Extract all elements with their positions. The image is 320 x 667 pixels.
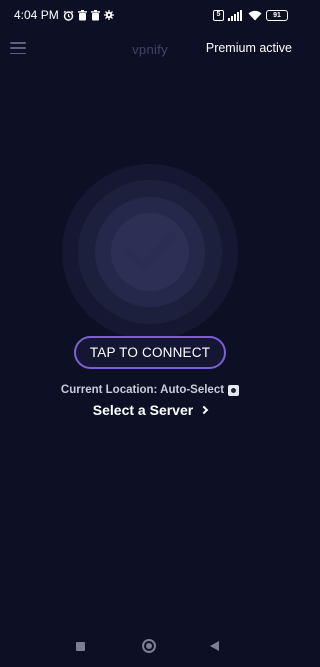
select-server-label: Select a Server <box>92 402 194 418</box>
select-server-link[interactable]: Select a Server <box>0 402 300 418</box>
system-nav-bar <box>0 627 300 667</box>
status-right: 5 91 <box>213 9 288 21</box>
gear-icon <box>103 10 114 20</box>
location-target-icon <box>228 384 240 396</box>
app-bar: vpnify Premium active <box>0 34 300 64</box>
signal-icon <box>228 9 244 21</box>
status-left: 4:04 PM <box>14 8 114 22</box>
recents-button[interactable] <box>76 642 85 651</box>
chevron-right-icon <box>199 405 209 415</box>
tap-to-connect-button[interactable]: TAP TO CONNECT <box>74 336 226 369</box>
battery-indicator: 91 <box>266 9 288 21</box>
home-button[interactable] <box>142 639 156 653</box>
trash-icon <box>90 9 100 21</box>
vpn-key-icon: 5 <box>213 9 224 21</box>
current-location-label: Current Location: Auto-Select <box>60 384 225 396</box>
wifi-icon <box>248 10 262 21</box>
premium-status: Premium active <box>205 41 292 55</box>
checkmark-icon[interactable] <box>122 230 178 274</box>
status-bar: 4:04 PM 5 91 <box>0 0 300 30</box>
current-location: Current Location: Auto-Select <box>0 384 300 396</box>
alarm-icon <box>63 10 74 21</box>
trash-icon <box>77 9 87 21</box>
back-button[interactable] <box>210 641 219 651</box>
status-time: 4:04 PM <box>14 8 59 22</box>
